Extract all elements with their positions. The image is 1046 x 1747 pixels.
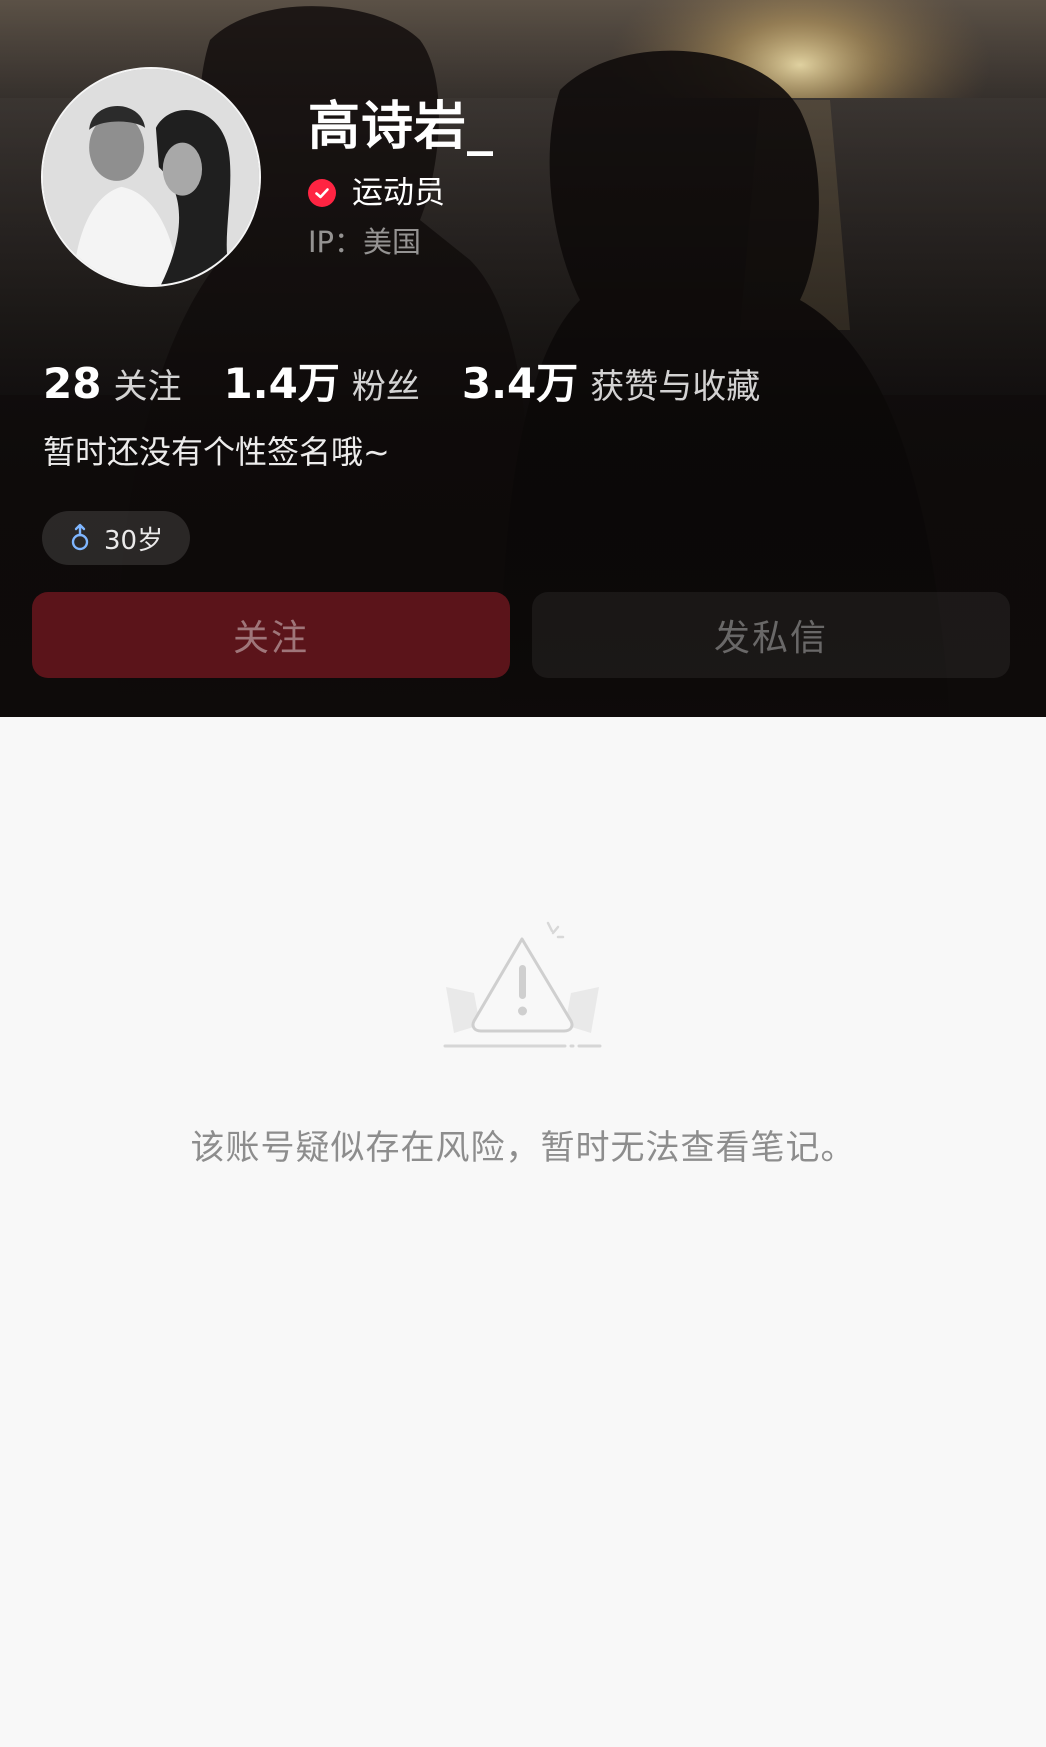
warning-icon [440, 915, 605, 1055]
stats-row: 28 关注 1.4万 粉丝 3.4万 获赞与收藏 [43, 350, 802, 411]
profile-header: 高诗岩_ 运动员 IP：美国 28 关注 1.4万 粉丝 3.4万 获赞与收藏 … [0, 0, 1046, 717]
username: 高诗岩_ [308, 97, 495, 157]
stat-label: 获赞与收藏 [590, 367, 761, 407]
ip-location: IP：美国 [308, 225, 422, 259]
age-gender-tag: 30岁 [42, 511, 190, 565]
stat-followers[interactable]: 1.4万 粉丝 [223, 350, 419, 411]
verification-row: 运动员 [308, 175, 445, 211]
empty-state-message: 该账号疑似存在风险，暂时无法查看笔记。 [190, 1128, 856, 1168]
follow-button[interactable]: 关注 [32, 592, 510, 678]
stat-value: 28 [43, 359, 102, 408]
stat-likes-collections[interactable]: 3.4万 获赞与收藏 [462, 350, 760, 411]
stat-label: 粉丝 [351, 367, 420, 407]
age-text: 30岁 [104, 525, 164, 556]
bio-text: 暂时还没有个性签名哦~ [43, 433, 390, 471]
male-icon [71, 523, 89, 551]
profile-page: 高诗岩_ 运动员 IP：美国 28 关注 1.4万 粉丝 3.4万 获赞与收藏 … [0, 0, 1046, 1747]
message-button[interactable]: 发私信 [532, 592, 1010, 678]
stat-label: 关注 [113, 367, 182, 407]
stat-following[interactable]: 28 关注 [43, 359, 181, 408]
verified-label: 运动员 [352, 175, 445, 211]
avatar[interactable] [41, 67, 261, 287]
stat-value: 3.4万 [461, 359, 579, 408]
stat-value: 1.4万 [223, 359, 340, 408]
verified-check-icon [308, 179, 336, 207]
